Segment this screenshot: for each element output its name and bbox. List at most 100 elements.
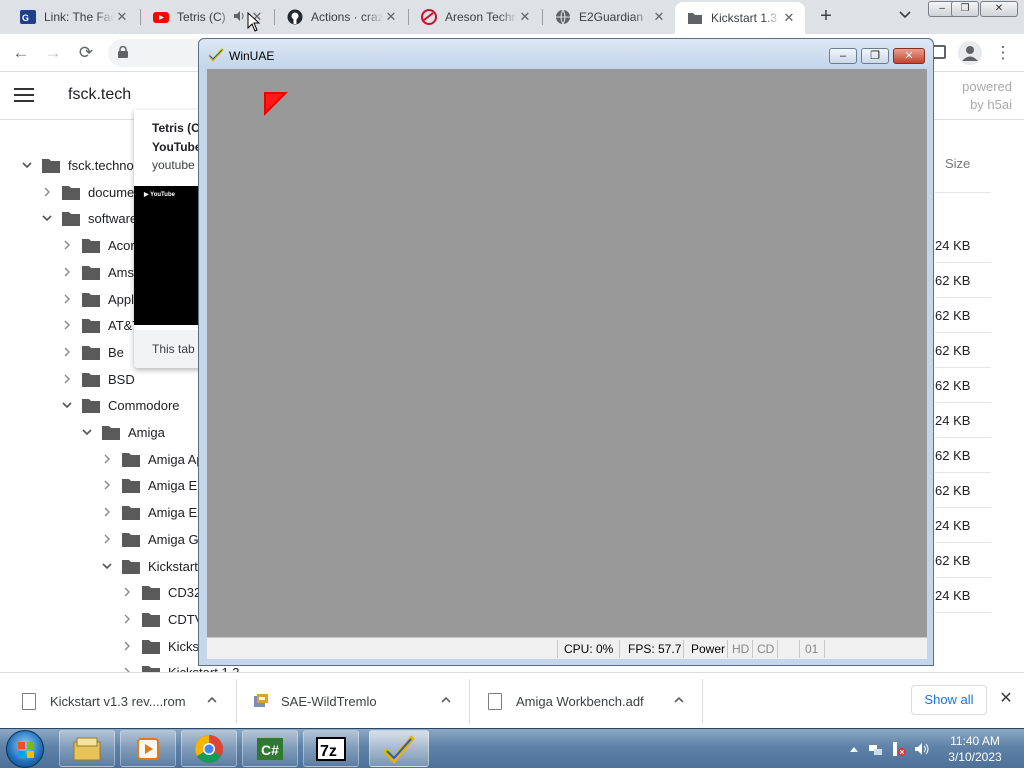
chevron-right-icon[interactable] bbox=[40, 185, 54, 199]
powered-by[interactable]: powered by h5ai bbox=[950, 78, 1012, 114]
taskbar-media-player[interactable] bbox=[120, 730, 176, 767]
tree-row[interactable]: Commodore bbox=[60, 392, 180, 418]
tree-row[interactable]: fsck.technol bbox=[20, 152, 137, 178]
tree-row[interactable]: Amiga Ex bbox=[100, 499, 204, 525]
tab-github-actions[interactable]: Actions · crazy ✕ bbox=[275, 0, 407, 34]
close-icon[interactable]: ✕ bbox=[651, 9, 667, 25]
tree-row[interactable]: Kickst bbox=[120, 633, 203, 659]
speaker-icon[interactable] bbox=[233, 10, 245, 25]
tree-row[interactable]: CD32 bbox=[120, 579, 201, 605]
close-icon[interactable]: ✕ bbox=[517, 9, 533, 25]
tab-kickstart-active[interactable]: Kickstart 1.3 ✕ bbox=[675, 2, 805, 34]
taskbar-clock[interactable]: 11:40 AM 3/10/2023 bbox=[940, 733, 1010, 765]
chevron-right-icon[interactable] bbox=[120, 639, 134, 653]
extensions-icon[interactable] bbox=[932, 45, 946, 59]
chevron-right-icon[interactable] bbox=[100, 532, 114, 546]
download-item[interactable]: SAE-WildTremlo bbox=[253, 679, 377, 723]
chevron-down-icon[interactable] bbox=[60, 398, 74, 412]
chevron-down-icon[interactable] bbox=[20, 158, 34, 172]
csharp-label: C# bbox=[261, 742, 279, 758]
chevron-right-icon[interactable] bbox=[120, 665, 134, 672]
chevron-right-icon[interactable] bbox=[120, 585, 134, 599]
chevron-up-icon[interactable] bbox=[440, 694, 452, 706]
power-led[interactable]: Power bbox=[691, 642, 725, 656]
reload-button[interactable]: ⟳ bbox=[75, 42, 97, 64]
winuae-maximize-button[interactable]: ❐ bbox=[861, 48, 889, 64]
chevron-right-icon[interactable] bbox=[60, 345, 74, 359]
taskbar-chrome[interactable] bbox=[181, 730, 237, 767]
amiga-display[interactable] bbox=[207, 69, 927, 637]
maximize-button[interactable]: ❐ bbox=[951, 1, 979, 17]
close-icon[interactable]: ✕ bbox=[114, 9, 130, 25]
show-hidden-icons-icon[interactable] bbox=[846, 741, 862, 757]
taskbar-explorer[interactable] bbox=[59, 730, 115, 767]
tab-e2guardian[interactable]: E2Guardian ✕ bbox=[543, 0, 675, 34]
tab-title: E2Guardian bbox=[579, 10, 644, 24]
tree-row[interactable]: documer bbox=[40, 179, 139, 205]
tree-row[interactable]: Kickstart bbox=[100, 553, 198, 579]
forward-button[interactable]: → bbox=[42, 42, 64, 64]
download-item[interactable]: Kickstart v1.3 rev....rom bbox=[22, 679, 186, 723]
taskbar-csharp[interactable]: C# bbox=[242, 730, 298, 767]
chevron-right-icon[interactable] bbox=[60, 318, 74, 332]
tree-row[interactable]: Acorn bbox=[60, 232, 142, 258]
close-icon[interactable]: ✕ bbox=[781, 10, 797, 26]
tab-search-button[interactable] bbox=[896, 7, 914, 25]
show-all-downloads-button[interactable]: Show all bbox=[911, 685, 987, 715]
action-center-icon[interactable] bbox=[891, 741, 907, 757]
chevron-right-icon[interactable] bbox=[100, 505, 114, 519]
tab-link-the-factory[interactable]: G Link: The Factory ✕ bbox=[8, 0, 138, 34]
taskbar-winuae[interactable] bbox=[369, 730, 429, 767]
chevron-right-icon[interactable] bbox=[100, 452, 114, 466]
close-icon[interactable]: ✕ bbox=[383, 9, 399, 25]
winuae-titlebar[interactable]: WinUAE – ❐ ✕ bbox=[199, 39, 933, 69]
chevron-right-icon[interactable] bbox=[60, 372, 74, 386]
new-tab-button[interactable]: + bbox=[816, 6, 836, 27]
volume-icon[interactable] bbox=[914, 741, 930, 757]
tree-row[interactable]: Apple bbox=[60, 286, 141, 312]
tree-row[interactable]: software bbox=[40, 205, 137, 231]
chevron-right-icon[interactable] bbox=[60, 238, 74, 252]
profile-avatar[interactable] bbox=[958, 41, 982, 65]
tree-row[interactable]: CDTV bbox=[120, 606, 203, 632]
download-item[interactable]: Amiga Workbench.adf bbox=[488, 679, 644, 723]
chevron-right-icon[interactable] bbox=[120, 612, 134, 626]
chevron-right-icon[interactable] bbox=[60, 265, 74, 279]
back-button[interactable]: ← bbox=[10, 42, 32, 64]
winuae-minimize-button[interactable]: – bbox=[829, 48, 857, 64]
network-icon[interactable] bbox=[868, 741, 884, 757]
close-shelf-button[interactable]: ✕ bbox=[998, 691, 1014, 707]
chevron-down-icon[interactable] bbox=[80, 425, 94, 439]
site-title[interactable]: fsck.tech bbox=[68, 86, 131, 104]
tree-row[interactable]: Be bbox=[60, 339, 124, 365]
tree-row-label: Kickstart bbox=[148, 558, 198, 574]
tree-row[interactable]: Amiga bbox=[80, 419, 165, 445]
chevron-down-icon[interactable] bbox=[100, 559, 114, 573]
size-column-header[interactable]: Size bbox=[945, 156, 970, 171]
chevron-right-icon[interactable] bbox=[100, 478, 114, 492]
hamburger-menu-icon[interactable] bbox=[14, 88, 34, 102]
clock-time: 11:40 AM bbox=[950, 734, 1000, 748]
taskbar-7zip[interactable]: 7z bbox=[303, 730, 359, 767]
cd-led[interactable]: CD bbox=[757, 642, 774, 656]
chevron-up-icon[interactable] bbox=[206, 694, 218, 706]
tree-row[interactable]: BSD bbox=[60, 366, 135, 392]
tab-areson[interactable]: Areson Technologies ✕ bbox=[409, 0, 541, 34]
winuae-window[interactable]: WinUAE – ❐ ✕ CPU: 0% FPS: 57.7 Power HD … bbox=[198, 38, 934, 666]
df0-led[interactable]: 01 bbox=[805, 642, 818, 656]
winuae-close-button[interactable]: ✕ bbox=[893, 48, 925, 64]
folder-icon bbox=[82, 238, 100, 253]
chevron-up-icon[interactable] bbox=[673, 694, 685, 706]
tree-row[interactable]: Amiga Ga bbox=[100, 526, 206, 552]
tree-row[interactable]: Amiga Em bbox=[100, 472, 208, 498]
chevron-right-icon[interactable] bbox=[60, 292, 74, 306]
lock-icon[interactable] bbox=[118, 46, 128, 58]
tree-row[interactable]: AT&T bbox=[60, 312, 140, 338]
chevron-down-icon[interactable] bbox=[40, 211, 54, 225]
tree-row[interactable]: Amstr bbox=[60, 259, 142, 285]
start-button[interactable] bbox=[6, 730, 44, 768]
close-window-button[interactable]: ✕ bbox=[980, 1, 1018, 17]
hd-led[interactable]: HD bbox=[732, 642, 749, 656]
menu-button[interactable]: ⋮ bbox=[992, 42, 1014, 64]
tree-row[interactable]: Amiga Ap bbox=[100, 446, 204, 472]
